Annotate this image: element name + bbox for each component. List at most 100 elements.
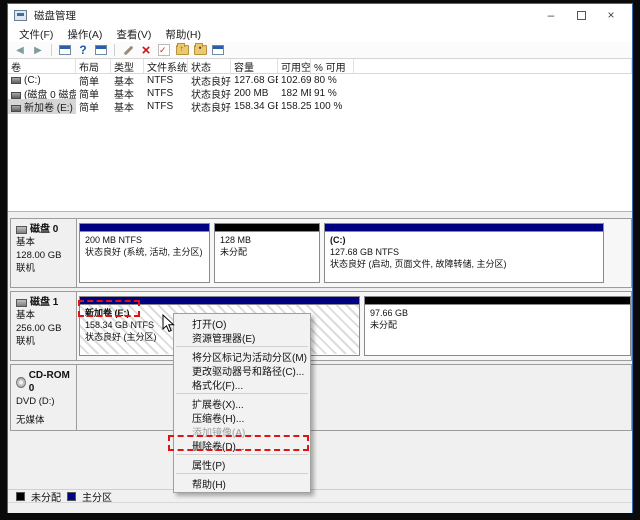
- menu-separator: [176, 473, 308, 474]
- disk0-size: 128.00 GB: [16, 249, 71, 262]
- disk1-state: 联机: [16, 335, 71, 348]
- cell-capacity: 127.68 GB: [231, 75, 278, 86]
- toolbar-separator: [114, 44, 115, 56]
- help-icon[interactable]: [75, 43, 91, 57]
- folder-explore-icon[interactable]: [192, 43, 208, 57]
- menu-item-help[interactable]: 帮助(H): [174, 476, 310, 490]
- cell-free: 158.25 ...: [278, 101, 311, 112]
- menu-action[interactable]: 操作(A): [60, 26, 109, 43]
- partition-status: 未分配: [370, 319, 625, 331]
- disk0-state: 联机: [16, 262, 71, 275]
- menu-item-open[interactable]: 打开(O): [174, 316, 310, 330]
- mouse-cursor: [162, 314, 175, 338]
- legend-primary-swatch: [67, 492, 76, 501]
- col-status[interactable]: 状态: [188, 59, 231, 73]
- col-volume[interactable]: 卷: [8, 59, 76, 73]
- minimize-button[interactable]: –: [536, 5, 566, 25]
- folder-mount-icon[interactable]: [174, 43, 190, 57]
- cell-free: 102.69 ...: [278, 75, 311, 86]
- forward-icon[interactable]: [30, 43, 46, 57]
- col-free-space[interactable]: 可用空间: [278, 59, 311, 73]
- annotation-box-delete-volume: [168, 435, 309, 451]
- cell-percent: 91 %: [311, 88, 354, 99]
- legend-unallocated-swatch: [16, 492, 25, 501]
- col-type[interactable]: 类型: [111, 59, 144, 73]
- volume-icon: [11, 105, 21, 112]
- volume-list: 卷 布局 类型 文件系统 状态 容量 可用空间 % 可用 (C:) 简单 基本 …: [8, 59, 632, 212]
- menu-item-mark-active[interactable]: 将分区标记为活动分区(M): [174, 349, 310, 363]
- cell-volume: 新加卷 (E:): [24, 103, 73, 114]
- disk0-unallocated[interactable]: 128 MB 未分配: [214, 223, 320, 283]
- back-icon[interactable]: [12, 43, 28, 57]
- menu-help[interactable]: 帮助(H): [158, 26, 208, 43]
- col-layout[interactable]: 布局: [76, 59, 111, 73]
- disk1-kind: 基本: [16, 309, 71, 322]
- console-window-icon[interactable]: [57, 43, 73, 57]
- disk0-name: 磁盘 0: [30, 223, 58, 236]
- disk0-partition-system[interactable]: 200 MB NTFS 状态良好 (系统, 活动, 主分区): [79, 223, 210, 283]
- cell-filesystem: NTFS: [144, 75, 188, 86]
- col-capacity[interactable]: 容量: [231, 59, 278, 73]
- console-tree-icon[interactable]: [93, 43, 109, 57]
- menu-item-change-letter[interactable]: 更改驱动器号和路径(C)...: [174, 363, 310, 377]
- annotation-box-volume-e: [78, 300, 140, 317]
- delete-volume-icon[interactable]: [138, 43, 154, 57]
- disk-icon: [16, 226, 27, 234]
- cell-capacity: 200 MB: [231, 88, 278, 99]
- legend-bar: 未分配 主分区: [8, 489, 632, 502]
- volume-icon: [11, 92, 21, 99]
- menu-view[interactable]: 查看(V): [109, 26, 158, 43]
- disk1-label-panel[interactable]: 磁盘 1 基本 256.00 GB 联机: [11, 292, 77, 360]
- disk0-partition-c[interactable]: (C:) 127.68 GB NTFS 状态良好 (启动, 页面文件, 故障转储…: [324, 223, 604, 283]
- cell-layout: 简单: [76, 99, 111, 114]
- window-title: 磁盘管理: [34, 8, 76, 23]
- partition-title: (C:): [330, 234, 598, 246]
- toolbar-separator: [51, 44, 52, 56]
- menu-item-shrink[interactable]: 压缩卷(H)...: [174, 410, 310, 424]
- disk-icon: [16, 299, 27, 307]
- toolbar: [8, 42, 632, 59]
- status-bar: [8, 502, 632, 513]
- volume-icon: [11, 77, 21, 84]
- menu-separator: [176, 454, 308, 455]
- cell-percent: 80 %: [311, 75, 354, 86]
- partition-status: 状态良好 (启动, 页面文件, 故障转储, 主分区): [330, 258, 598, 270]
- cell-capacity: 158.34 GB: [231, 101, 278, 112]
- maximize-button[interactable]: [566, 5, 596, 25]
- col-percent-free[interactable]: % 可用: [311, 59, 354, 73]
- partition-color-bar: [80, 224, 209, 232]
- col-filesystem[interactable]: 文件系统: [144, 59, 188, 73]
- partition-color-bar: [215, 224, 319, 232]
- disk1-name: 磁盘 1: [30, 296, 58, 309]
- cdrom-name: CD-ROM 0: [29, 369, 71, 395]
- cell-type: 基本: [111, 99, 144, 114]
- table-row-e-selected[interactable]: 新加卷 (E:) 简单 基本 NTFS 状态良好 (... 158.34 GB …: [8, 100, 632, 113]
- partition-status: 状态良好 (系统, 活动, 主分区): [85, 246, 204, 258]
- disk0-label-panel[interactable]: 磁盘 0 基本 128.00 GB 联机: [11, 219, 77, 287]
- disk0-kind: 基本: [16, 236, 71, 249]
- menu-item-properties[interactable]: 属性(P): [174, 457, 310, 471]
- disk0-row: 磁盘 0 基本 128.00 GB 联机 200 MB NTFS 状态良好 (系…: [10, 218, 632, 288]
- cdrom-label-panel[interactable]: CD-ROM 0 DVD (D:) 无媒体: [11, 365, 77, 430]
- menu-item-extend[interactable]: 扩展卷(X)...: [174, 396, 310, 410]
- wrench-icon[interactable]: [120, 43, 136, 57]
- partition-size: 200 MB NTFS: [85, 234, 204, 246]
- cell-free: 182 MB: [278, 88, 311, 99]
- partition-color-bar: [365, 297, 630, 305]
- menu-item-format[interactable]: 格式化(F)...: [174, 377, 310, 391]
- cell-status: 状态良好 (...: [188, 99, 231, 114]
- screenshot-stage: 磁盘管理 – × 文件(F) 操作(A) 查看(V) 帮助(H): [0, 0, 640, 520]
- check-document-icon[interactable]: [156, 43, 172, 57]
- close-button[interactable]: ×: [596, 5, 626, 25]
- disk1-unallocated[interactable]: 97.66 GB 未分配: [364, 296, 631, 356]
- context-menu: 打开(O) 资源管理器(E) 将分区标记为活动分区(M) 更改驱动器号和路径(C…: [173, 313, 311, 493]
- cell-filesystem: NTFS: [144, 88, 188, 99]
- cd-icon: [16, 377, 26, 388]
- cdrom-drive: DVD (D:): [16, 395, 71, 408]
- graphical-view: 磁盘 0 基本 128.00 GB 联机 200 MB NTFS 状态良好 (系…: [8, 212, 632, 489]
- titlebar: 磁盘管理 – ×: [8, 4, 632, 26]
- menu-separator: [176, 393, 308, 394]
- menu-file[interactable]: 文件(F): [12, 26, 60, 43]
- properties-window-icon[interactable]: [210, 43, 226, 57]
- menu-item-explorer[interactable]: 资源管理器(E): [174, 330, 310, 344]
